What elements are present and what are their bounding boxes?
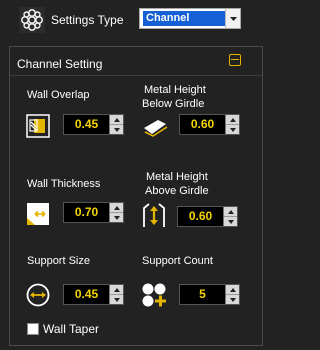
metal-height-above-label-2: Above Girdle (145, 185, 209, 197)
increment-button[interactable] (226, 115, 239, 125)
decrement-button[interactable] (110, 295, 123, 304)
chevron-down-icon[interactable] (225, 9, 240, 28)
metal-height-below-label-2: Below Girdle (142, 98, 205, 110)
support-count-value[interactable]: 5 (180, 285, 225, 304)
metal-height-above-value[interactable]: 0.60 (178, 207, 223, 226)
decrement-button[interactable] (226, 125, 239, 134)
settings-type-value: Channel (143, 11, 225, 26)
settings-type-label: Settings Type (51, 13, 124, 27)
wall-overlap-label: Wall Overlap (27, 89, 90, 101)
stepper-buttons (225, 285, 239, 304)
metal-height-above-stepper[interactable]: 0.60 (177, 206, 238, 227)
decrement-button[interactable] (226, 295, 239, 304)
wall-taper-label[interactable]: Wall Taper (43, 322, 99, 336)
metal-above-girdle-icon (141, 202, 165, 227)
increment-button[interactable] (224, 207, 237, 217)
stepper-buttons (225, 115, 239, 134)
support-size-label: Support Size (27, 255, 90, 267)
panel-divider (10, 75, 262, 76)
wall-overlap-stepper[interactable]: 0.45 (63, 114, 124, 135)
increment-button[interactable] (226, 285, 239, 295)
decrement-button[interactable] (110, 125, 123, 134)
settings-type-dropdown[interactable]: Channel (139, 8, 241, 29)
wall-thickness-value[interactable]: 0.70 (64, 203, 109, 222)
decrement-button[interactable] (224, 217, 237, 226)
support-size-value[interactable]: 0.45 (64, 285, 109, 304)
metal-height-below-value[interactable]: 0.60 (180, 115, 225, 134)
wall-overlap-value[interactable]: 0.45 (64, 115, 109, 134)
increment-button[interactable] (110, 203, 123, 213)
wall-overlap-icon (26, 114, 50, 138)
support-size-stepper[interactable]: 0.45 (63, 284, 124, 305)
stepper-buttons (109, 203, 123, 222)
support-count-label: Support Count (142, 255, 213, 267)
wall-thickness-icon (26, 202, 50, 226)
stepper-buttons (109, 285, 123, 304)
support-count-icon (141, 282, 166, 307)
support-count-stepper[interactable]: 5 (179, 284, 240, 305)
metal-height-below-label-1: Metal Height (144, 84, 206, 96)
metal-height-below-stepper[interactable]: 0.60 (179, 114, 240, 135)
stepper-buttons (223, 207, 237, 226)
wall-thickness-label: Wall Thickness (27, 178, 101, 190)
gear-pattern-icon (19, 7, 45, 33)
increment-button[interactable] (110, 285, 123, 295)
metal-height-above-label-1: Metal Height (146, 171, 208, 183)
metal-below-girdle-icon (142, 114, 168, 138)
support-size-icon (26, 283, 50, 307)
collapse-icon[interactable] (229, 54, 241, 66)
decrement-button[interactable] (110, 213, 123, 222)
wall-taper-checkbox[interactable] (27, 323, 39, 335)
panel-title: Channel Setting (17, 57, 103, 71)
stepper-buttons (109, 115, 123, 134)
increment-button[interactable] (110, 115, 123, 125)
wall-thickness-stepper[interactable]: 0.70 (63, 202, 124, 223)
